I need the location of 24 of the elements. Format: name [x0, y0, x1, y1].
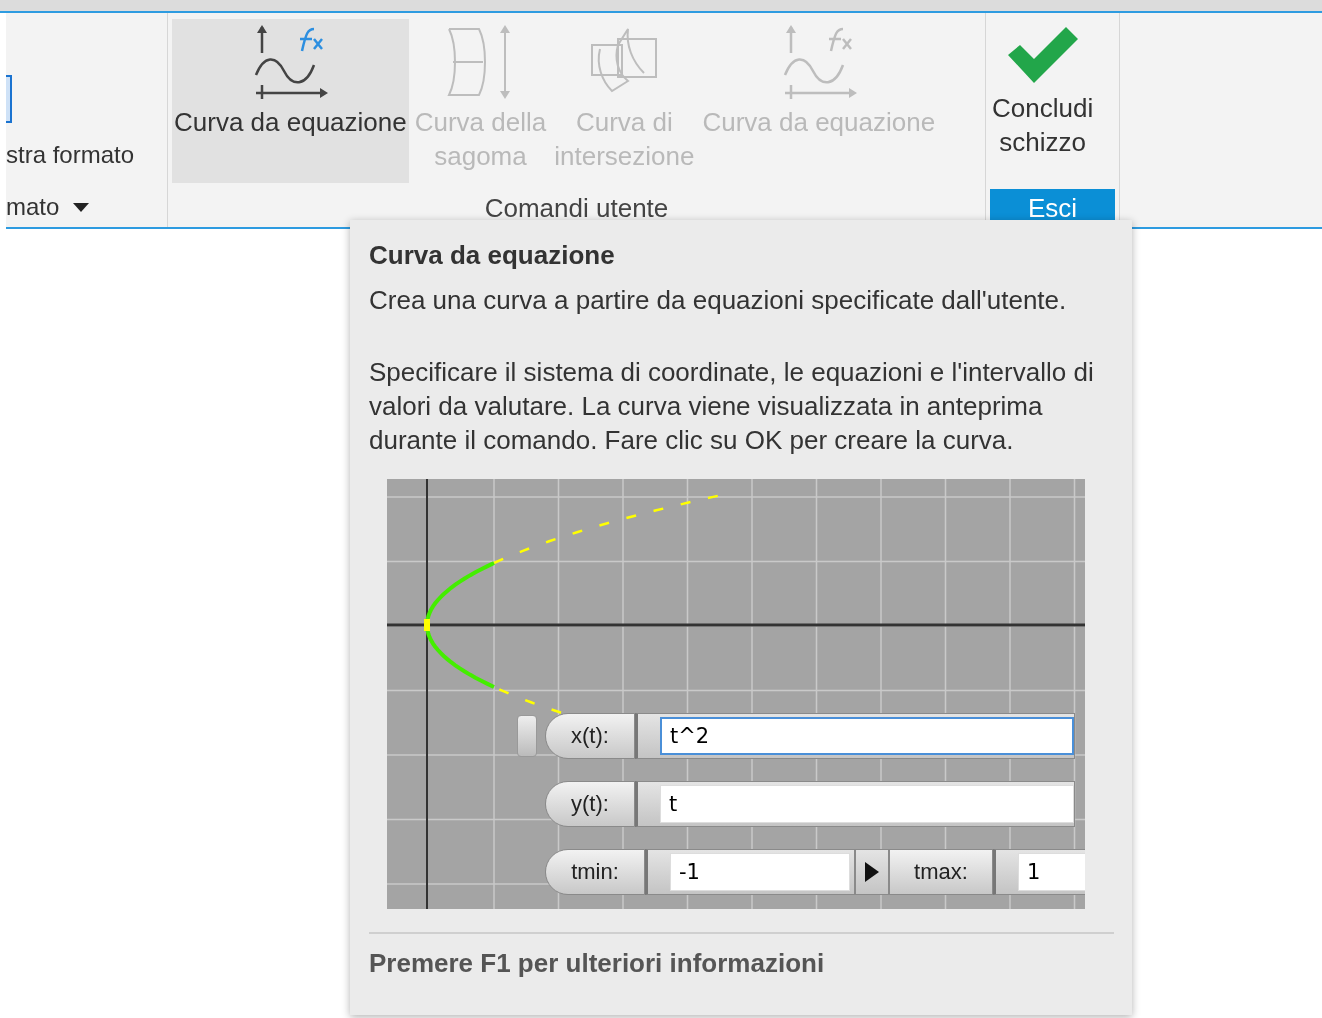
equation-curve-icon — [252, 25, 329, 99]
input-field[interactable]: t — [660, 785, 1074, 823]
tooltip-title: Curva da equazione — [369, 240, 616, 271]
field-label: tmax: — [889, 849, 993, 895]
ribbon-button-label[interactable]: stra formato — [6, 141, 167, 169]
tooltip-footer: Premere F1 per ulteriori informazioni — [369, 932, 1114, 979]
input-field[interactable]: -1 — [670, 853, 850, 891]
group-label: Comandi utente — [484, 192, 669, 225]
dropdown-caret-icon — [73, 202, 90, 212]
dropdown-label[interactable]: mato — [6, 193, 60, 221]
field-label: y(t): — [545, 781, 635, 827]
play-icon — [865, 862, 879, 882]
frame-icon — [6, 75, 12, 123]
field-label: x(t): — [545, 713, 635, 759]
tooltip-summary: Crea una curva a partire da equazioni specificate dall'utente. — [369, 284, 1068, 317]
play-button[interactable] — [855, 849, 889, 895]
grip-handle[interactable] — [517, 715, 537, 757]
input-field[interactable]: 1 — [1018, 853, 1085, 891]
ribbon-button[interactable]: Concludi schizzo — [990, 19, 1096, 183]
tooltip-description: Specificare il sistema di coordinate, le equazioni e l'intervallo di valori da valutare. La curva viene visualizzata in anteprima durante il comando. Fare clic su OK per creare la curva. — [369, 356, 1095, 457]
field-label: tmin: — [545, 849, 645, 895]
ribbon-button[interactable]: Curva da equazione — [172, 19, 409, 183]
checkmark-icon — [1005, 25, 1080, 85]
input-field[interactable]: t^2 — [660, 717, 1074, 755]
